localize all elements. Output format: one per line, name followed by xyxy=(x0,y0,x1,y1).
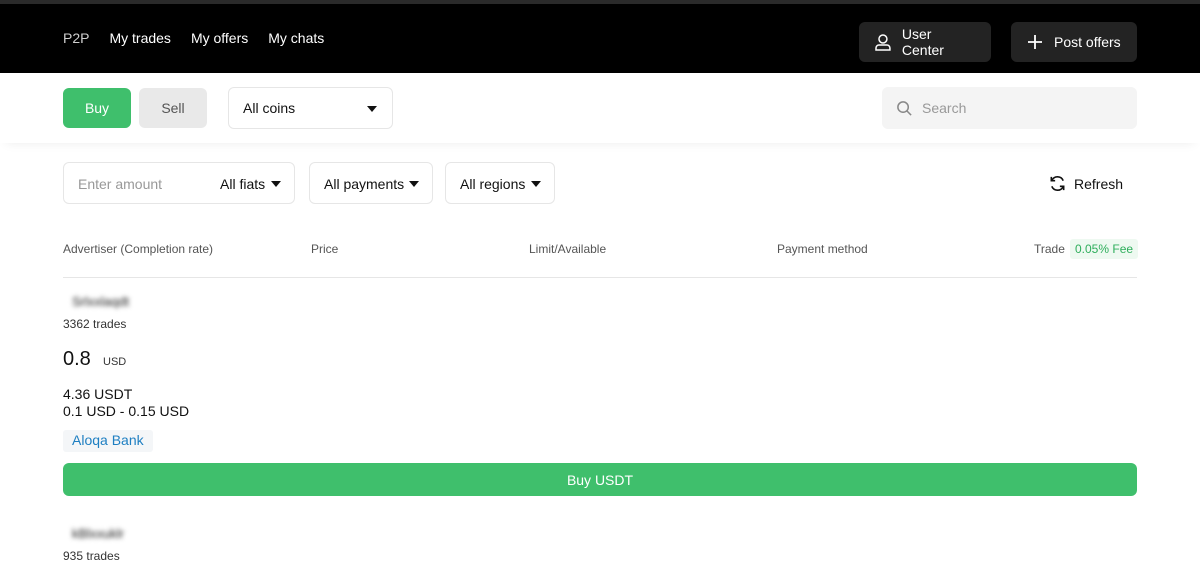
main-nav: P2P My trades My offers My chats xyxy=(63,30,324,46)
search-icon xyxy=(897,100,912,116)
refresh-label: Refresh xyxy=(1074,175,1124,192)
header-divider xyxy=(63,277,1137,278)
advertiser-name[interactable]: kBlxxuklr xyxy=(72,526,124,541)
nav-my-chats[interactable]: My chats xyxy=(268,30,324,46)
offer-limit: 0.1 USD - 0.15 USD xyxy=(63,403,190,419)
header-trade: Trade xyxy=(1034,242,1065,256)
fee-badge: 0.05% Fee xyxy=(1070,239,1139,259)
coin-select-value: All coins xyxy=(243,100,296,116)
offer-price: 0.8 xyxy=(63,348,91,370)
regions-select-value: All regions xyxy=(460,176,526,192)
post-offers-button[interactable]: Post offers xyxy=(1011,22,1137,62)
offer-available: 4.36 USDT xyxy=(63,386,133,402)
trade-filter-bar: Buy Sell All coins xyxy=(0,73,1200,143)
amount-filter[interactable]: Enter amount All fiats xyxy=(63,162,295,204)
user-center-button[interactable]: User Center xyxy=(859,22,991,62)
nav-my-offers[interactable]: My offers xyxy=(191,30,248,46)
buy-usdt-button[interactable]: Buy USDT xyxy=(63,463,1137,496)
refresh-icon xyxy=(1050,176,1065,191)
caret-down-icon xyxy=(271,181,281,187)
header-payment-method: Payment method xyxy=(777,242,868,256)
caret-down-icon xyxy=(367,106,377,112)
payment-method-tag: Aloqa Bank xyxy=(63,430,153,452)
sell-tab-button[interactable]: Sell xyxy=(139,88,207,128)
top-navbar: P2P My trades My offers My chats User Ce… xyxy=(0,0,1200,73)
trades-count: 3362 trades xyxy=(63,317,127,331)
payments-select-value: All payments xyxy=(324,176,405,192)
coin-select[interactable]: All coins xyxy=(228,87,393,129)
payments-select[interactable]: All payments xyxy=(309,162,433,204)
caret-down-icon xyxy=(531,181,541,187)
amount-input[interactable]: Enter amount xyxy=(78,176,162,192)
header-price: Price xyxy=(311,242,339,256)
regions-select[interactable]: All regions xyxy=(445,162,555,204)
post-offers-label: Post offers xyxy=(1054,34,1121,50)
advertiser-name[interactable]: Srlxxlaqdt xyxy=(72,294,129,309)
user-center-label: User Center xyxy=(901,26,944,58)
price-currency: USD xyxy=(103,356,127,368)
caret-down-icon xyxy=(409,181,419,187)
fiat-select[interactable]: All fiats xyxy=(220,176,265,192)
plus-icon xyxy=(1028,35,1042,49)
nav-my-trades[interactable]: My trades xyxy=(109,30,170,46)
nav-p2p[interactable]: P2P xyxy=(63,30,89,46)
trades-count: 935 trades xyxy=(63,549,120,563)
refresh-button[interactable]: Refresh xyxy=(1048,174,1123,193)
user-icon xyxy=(875,34,891,51)
header-advertiser: Advertiser (Completion rate) xyxy=(63,242,214,256)
search-input[interactable] xyxy=(922,100,1112,116)
search-box[interactable] xyxy=(882,87,1137,129)
header-limit-available: Limit/Available xyxy=(529,242,607,256)
buy-tab-button[interactable]: Buy xyxy=(63,88,131,128)
